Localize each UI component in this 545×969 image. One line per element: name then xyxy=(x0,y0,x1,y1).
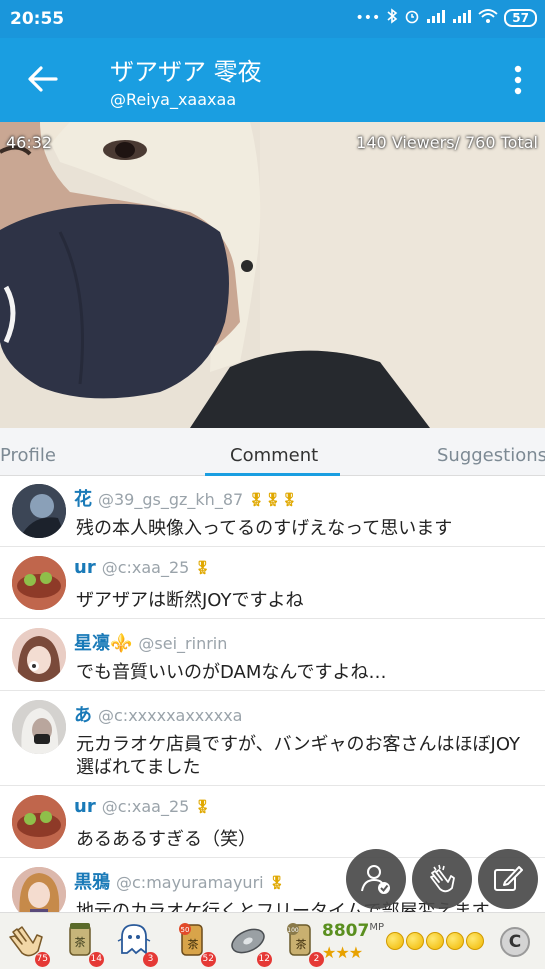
svg-text:50: 50 xyxy=(181,926,190,934)
comment-list[interactable]: 花 @39_gs_gz_kh_87 🎖🎖🎖 残の本人映像入ってるのすげえなって思いま… xyxy=(0,476,545,912)
video-frame xyxy=(0,122,545,428)
comment-author-name: 花 xyxy=(74,489,92,510)
comment-author[interactable]: ur @c:xaa_25 🎖 xyxy=(74,796,211,817)
tab-profile[interactable]: Profile xyxy=(0,445,56,466)
bluetooth-icon xyxy=(386,8,398,28)
comment-author-name: 星凛⚜️ xyxy=(74,633,133,654)
edit-icon xyxy=(494,866,523,891)
status-bar: 20:55 ••• 57 xyxy=(0,0,545,38)
gift-tea-50[interactable]: 50 茶 52 xyxy=(172,919,216,967)
comment-text: ザアザアは断然JOYですよね xyxy=(76,590,304,611)
comment-author[interactable]: ur @c:xaa_25 🎖 xyxy=(74,557,211,578)
gift-disc[interactable]: 12 xyxy=(228,919,272,967)
stream-elapsed-time: 46:32 xyxy=(6,133,53,152)
gift-count: 14 xyxy=(88,952,104,967)
gift-count: 52 xyxy=(200,952,216,967)
comment-author[interactable]: あ @c:xxxxxaxxxxxa xyxy=(74,701,242,727)
viewer-count: 140 Viewers/ 760 Total xyxy=(356,133,538,152)
svg-text:茶: 茶 xyxy=(296,938,307,951)
battery-icon: 57 xyxy=(504,9,537,27)
comment-author-handle: @c:xaa_25 xyxy=(101,558,190,577)
coin-icon xyxy=(466,932,484,950)
clap-icon xyxy=(430,864,455,893)
comment-text: 元カラオケ店員ですが、バンギャのお客さんはほぼJOY選ばれてました xyxy=(76,734,521,778)
coin-icon xyxy=(446,932,464,950)
alarm-icon xyxy=(404,8,420,28)
clap-button[interactable] xyxy=(412,849,472,909)
tab-bar: Profile Comment Suggestions xyxy=(0,428,545,476)
gift-count: 12 xyxy=(256,952,272,967)
broadcaster-name: ザアザア 零夜 xyxy=(110,58,262,86)
gift-bar: 75 茶 14 3 50 茶 52 12 100 茶 2 8807MP ★★★ … xyxy=(0,912,545,969)
comment-author-name: あ xyxy=(74,705,92,726)
avatar[interactable] xyxy=(12,867,66,912)
live-video[interactable]: 46:32 140 Viewers/ 760 Total xyxy=(0,122,545,428)
comment-item[interactable]: 星凛⚜️ @sei_rinrin でも音質いいのがDAMなんですよね… xyxy=(0,620,545,691)
comment-author[interactable]: 星凛⚜️ @sei_rinrin xyxy=(74,629,227,655)
user-check-icon xyxy=(361,865,390,894)
svg-text:100: 100 xyxy=(287,927,299,934)
comment-item[interactable]: ur @c:xaa_25 🎖 あるあるすぎる（笑） xyxy=(0,787,545,858)
broadcaster-handle: @Reiya_xaaxaa xyxy=(110,90,237,109)
gift-count: 75 xyxy=(34,952,50,967)
comment-author-name: ur xyxy=(74,557,96,578)
gift-tea[interactable]: 茶 14 xyxy=(60,919,104,967)
comment-author[interactable]: 黒鴉 @c:mayuramayuri 🎖 xyxy=(74,868,285,894)
comment-author-handle: @sei_rinrin xyxy=(138,634,228,653)
comment-item[interactable]: あ @c:xxxxxaxxxxxa 元カラオケ店員ですが、バンギャのお客さんはほぼ… xyxy=(0,692,545,786)
tab-suggestions[interactable]: Suggestions xyxy=(437,445,545,466)
avatar[interactable] xyxy=(12,700,66,754)
tab-comment[interactable]: Comment xyxy=(230,445,318,466)
svg-text:茶: 茶 xyxy=(188,938,199,951)
avatar[interactable] xyxy=(12,484,66,538)
medal-icon: 🎖 xyxy=(268,876,286,891)
signal-icon xyxy=(452,9,472,27)
mp-unit: MP xyxy=(369,922,384,933)
c-button[interactable]: C xyxy=(500,927,530,957)
gift-clap[interactable]: 75 xyxy=(6,919,50,967)
comment-author-name: ur xyxy=(74,796,96,817)
avatar[interactable] xyxy=(12,628,66,682)
comment-item[interactable]: ur @c:xaa_25 🎖 ザアザアは断然JOYですよね xyxy=(0,548,545,619)
coin-indicator xyxy=(386,932,484,950)
comment-author-handle: @c:mayuramayuri xyxy=(116,873,264,892)
comment-author[interactable]: 花 @39_gs_gz_kh_87 🎖🎖🎖 xyxy=(74,485,298,511)
signal-icon xyxy=(426,9,446,27)
mp-points: 8807MP ★★★ xyxy=(322,921,384,962)
status-time: 20:55 xyxy=(10,9,65,29)
comment-author-handle: @c:xaa_25 xyxy=(101,797,190,816)
comment-text: でも音質いいのがDAMなんですよね… xyxy=(76,662,387,683)
comment-text: 残の本人映像入ってるのすげえなって思います xyxy=(76,518,453,539)
status-icons: ••• 57 xyxy=(356,8,537,28)
gift-tea-100[interactable]: 100 茶 2 xyxy=(280,919,324,967)
comment-author-name: 黒鴉 xyxy=(74,872,110,893)
app-bar: ザアザア 零夜 @Reiya_xaaxaa xyxy=(0,38,545,122)
write-comment-button[interactable] xyxy=(478,849,538,909)
app-screen: 20:55 ••• 57 ザアザア 零夜 @Reiya_xaaxaa 46:32… xyxy=(0,0,545,969)
coin-icon xyxy=(426,932,444,950)
avatar[interactable] xyxy=(12,556,66,610)
dots-icon: ••• xyxy=(355,10,381,26)
gift-ghost[interactable]: 3 xyxy=(114,919,158,967)
mp-value: 8807 xyxy=(322,921,370,941)
avatar[interactable] xyxy=(12,795,66,849)
back-arrow-icon[interactable] xyxy=(26,62,60,96)
follow-button[interactable] xyxy=(346,849,406,909)
coin-icon xyxy=(386,932,404,950)
more-vert-icon[interactable] xyxy=(513,64,523,96)
comment-text: あるあるすぎる（笑） xyxy=(76,829,256,850)
medal-icon: 🎖 xyxy=(194,800,211,815)
svg-text:茶: 茶 xyxy=(75,936,86,949)
gift-count: 3 xyxy=(143,952,158,967)
mp-stars: ★★★ xyxy=(322,943,363,962)
medal-icon: 🎖🎖🎖 xyxy=(248,493,298,508)
wifi-icon xyxy=(478,8,498,28)
medal-icon: 🎖 xyxy=(194,561,211,576)
comment-item[interactable]: 花 @39_gs_gz_kh_87 🎖🎖🎖 残の本人映像入ってるのすげえなって思いま… xyxy=(0,476,545,547)
comment-author-handle: @39_gs_gz_kh_87 xyxy=(98,490,244,509)
coin-icon xyxy=(406,932,424,950)
comment-author-handle: @c:xxxxxaxxxxxa xyxy=(98,706,243,725)
